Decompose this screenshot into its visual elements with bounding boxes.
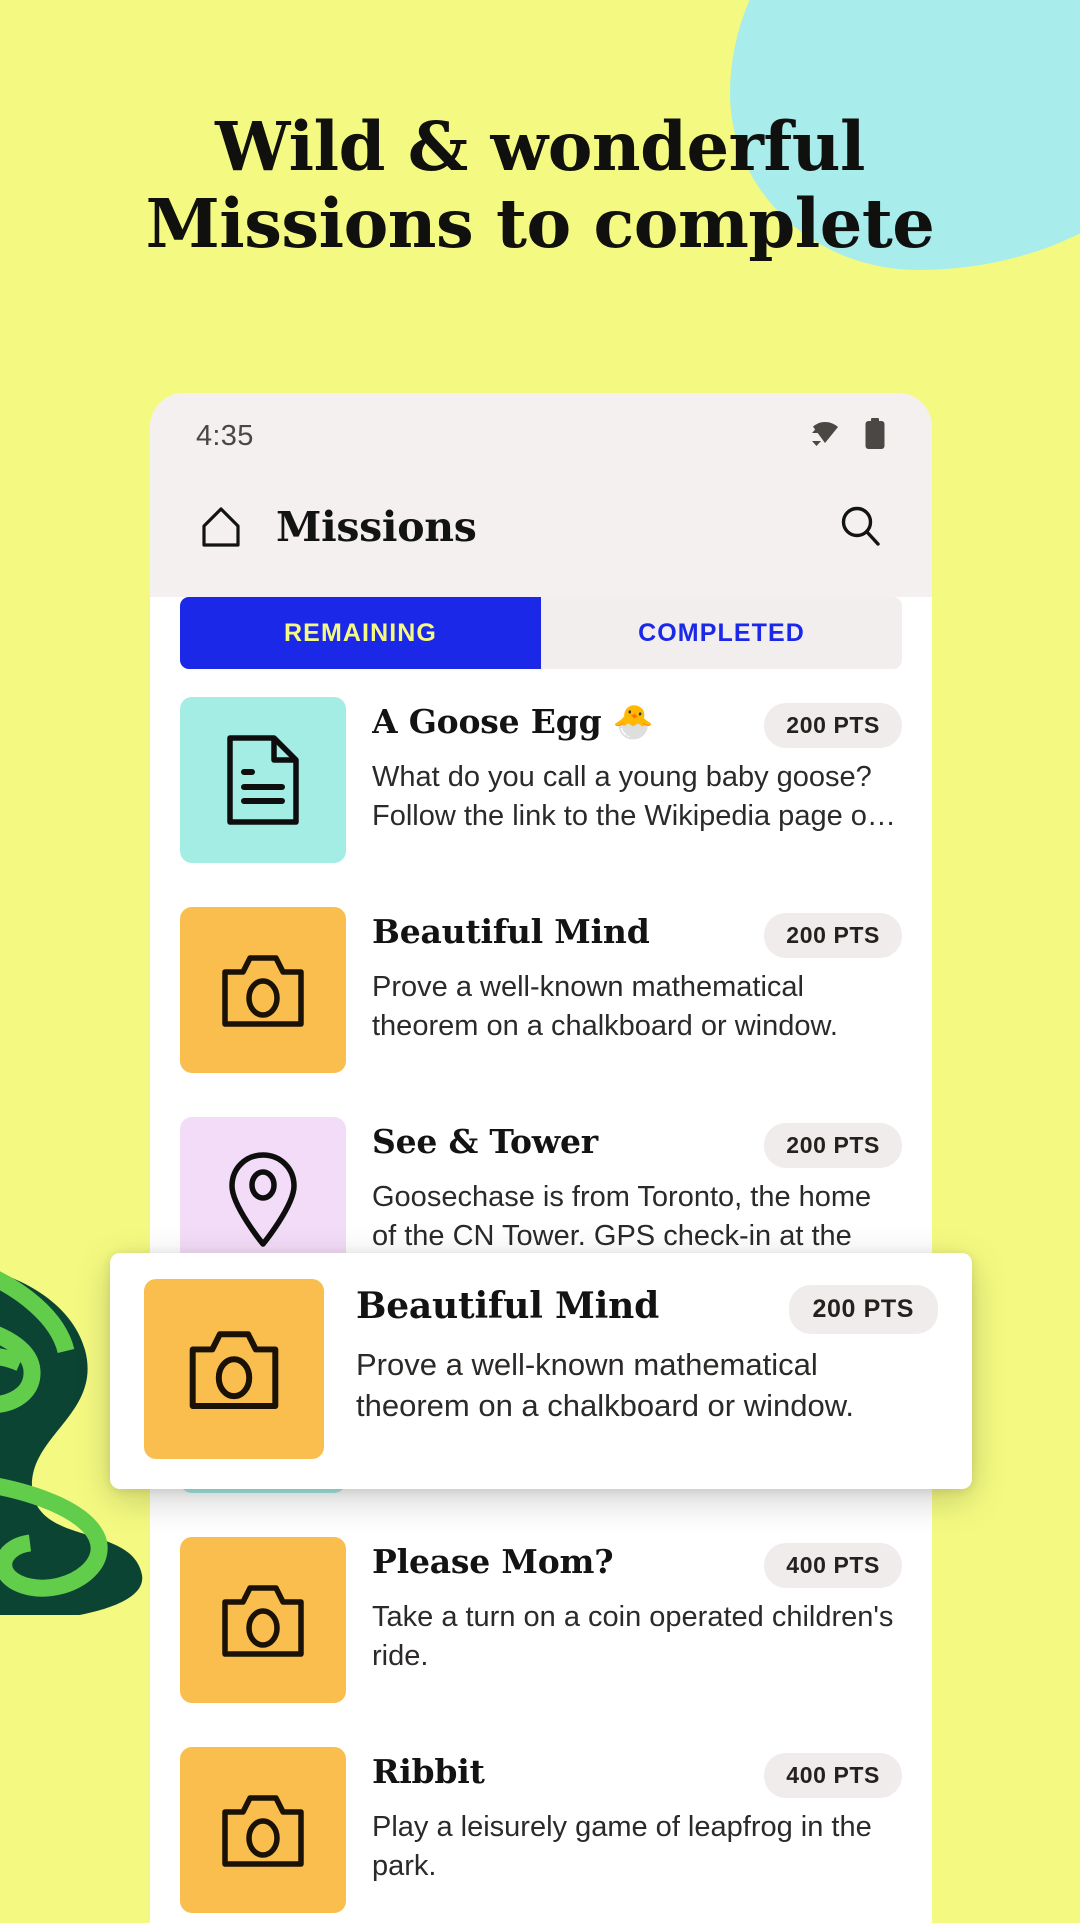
headline-line-2: Missions to complete (145, 184, 935, 264)
status-time: 4:35 (196, 419, 254, 452)
tab-remaining[interactable]: REMAINING (180, 597, 541, 669)
tab-completed[interactable]: COMPLETED (541, 597, 902, 669)
page-title: Missions (276, 503, 477, 551)
camera-icon (189, 1331, 279, 1409)
mission-description: Prove a well-known mathematical theorem … (356, 1347, 855, 1422)
mission-points-badge: 200 PTS (764, 913, 902, 958)
document-icon (227, 735, 299, 825)
camera-icon (222, 1795, 304, 1867)
mission-filter-tabs: REMAINING COMPLETED (180, 597, 902, 669)
mission-row[interactable]: Beautiful Mind 200 PTS Prove a well-know… (150, 885, 932, 1095)
featured-mission-card[interactable]: Beautiful Mind 200 PTS Prove a well-know… (110, 1253, 972, 1489)
battery-full-icon (864, 417, 886, 455)
mission-points-badge: 200 PTS (788, 1285, 938, 1334)
mission-row[interactable]: Please Mom? 400 PTS Take a turn on a coi… (150, 1515, 932, 1725)
phone-mockup: 4:35 Missions REMAINING COMPLETED A Goos… (110, 393, 972, 1923)
mission-icon-tile (180, 697, 346, 863)
status-bar: 4:35 (150, 393, 932, 479)
mission-title: See & Tower (372, 1123, 598, 1161)
mission-title: Ribbit (372, 1753, 485, 1791)
app-bar: Missions (150, 479, 932, 575)
mission-points-badge: 400 PTS (764, 1753, 902, 1798)
mission-icon-tile (180, 1537, 346, 1703)
mission-description: What do you call a young baby goose? Fol… (372, 761, 896, 832)
mission-description: Take a turn on a coin operated children'… (372, 1601, 894, 1672)
mission-points-badge: 200 PTS (764, 703, 902, 748)
mission-row[interactable]: A Goose Egg 🐣 200 PTS What do you call a… (150, 675, 932, 885)
mission-row[interactable]: Ribbit 400 PTS Play a leisurely game of … (150, 1725, 932, 1923)
mission-points-badge: 400 PTS (764, 1543, 902, 1588)
mission-icon-tile (144, 1279, 324, 1459)
mission-points-badge: 200 PTS (764, 1123, 902, 1168)
mission-description: Prove a well-known mathematical theorem … (372, 971, 838, 1042)
wifi-icon (808, 419, 842, 454)
camera-icon (222, 955, 304, 1027)
headline-line-1: Wild & wonderful (215, 107, 865, 186)
mission-description: Play a leisurely game of leapfrog in the… (372, 1811, 872, 1882)
search-icon[interactable] (836, 502, 886, 552)
camera-icon (222, 1585, 304, 1657)
page-headline: Wild & wonderful Missions to complete (0, 108, 1080, 262)
home-icon[interactable] (196, 502, 246, 552)
mission-title: Please Mom? (372, 1543, 614, 1581)
mission-title: Beautiful Mind (372, 913, 650, 951)
mission-title: Beautiful Mind (356, 1285, 660, 1327)
mission-icon-tile (180, 1747, 346, 1913)
mission-icon-tile (180, 907, 346, 1073)
map-pin-icon (229, 1152, 297, 1247)
mission-title: A Goose Egg 🐣 (372, 703, 654, 741)
mission-description: Goosechase is from Toronto, the home of … (372, 1181, 872, 1252)
